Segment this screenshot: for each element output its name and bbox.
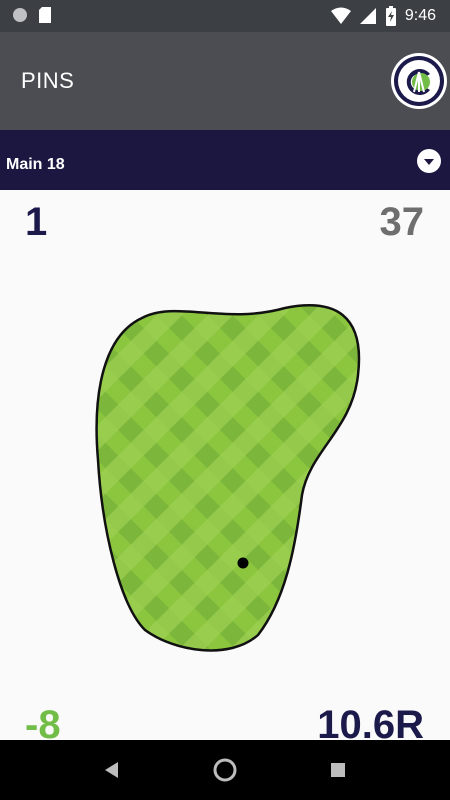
course-dropdown-button[interactable] xyxy=(417,149,441,173)
page-title: PINS xyxy=(21,68,75,93)
course-name[interactable]: Main 18 xyxy=(6,156,65,174)
club-logo-icon[interactable] xyxy=(390,52,448,110)
hole-number: 1 xyxy=(25,200,48,244)
pin-marker[interactable] xyxy=(237,557,249,569)
status-time: 9:46 xyxy=(404,7,436,24)
wifi-icon xyxy=(330,7,351,24)
sd-card-icon xyxy=(39,7,51,23)
green-map[interactable] xyxy=(80,290,380,670)
hole-yardage: 37 xyxy=(379,200,425,244)
back-icon[interactable] xyxy=(98,756,126,784)
course-selector[interactable]: Main 18 xyxy=(0,130,450,190)
status-left-icons xyxy=(12,6,52,24)
cell-signal-icon xyxy=(359,8,376,24)
battery-icon xyxy=(385,6,396,26)
home-icon[interactable] xyxy=(211,756,239,784)
chevron-down-icon xyxy=(424,159,434,165)
app-bar: PINS xyxy=(0,32,450,130)
circle-status-icon xyxy=(13,8,27,22)
system-nav-bar xyxy=(0,740,450,800)
status-bar: 9:46 xyxy=(0,0,450,32)
recents-icon[interactable] xyxy=(324,756,352,784)
status-right-icons: 9:46 xyxy=(330,5,436,27)
